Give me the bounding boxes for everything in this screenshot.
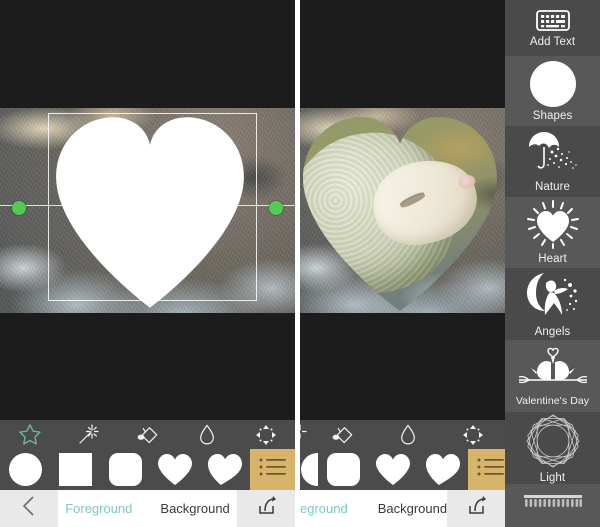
umbrella-rain-icon [525, 130, 581, 178]
mandala-icon [524, 413, 582, 469]
heart-shape-icon [375, 453, 411, 486]
shape-square-button[interactable] [50, 449, 100, 490]
heart-shape-icon [157, 453, 193, 486]
sidebar-label-light: Light [539, 471, 566, 484]
shape-heart-button-right[interactable] [368, 449, 418, 490]
sidebar-item-light[interactable]: Light [505, 412, 600, 484]
bottom-nav-left: Foreground Background [0, 490, 295, 527]
move-arrows-icon [254, 423, 278, 447]
shape-heart-button[interactable] [150, 449, 200, 490]
blur-tool-button-right[interactable] [375, 420, 440, 449]
sidebar-label-add-text: Add Text [529, 35, 576, 48]
tab-background[interactable]: Background [160, 501, 229, 516]
sidebar-label-valentines-day: Valentine's Day [515, 394, 590, 407]
shape-circle-button[interactable] [0, 449, 50, 490]
nav-tabs: Foreground Background [58, 490, 237, 527]
rounded-square-shape-icon [326, 453, 360, 486]
shining-heart-icon [525, 200, 581, 250]
circle-icon [529, 60, 576, 107]
shape-list-button[interactable] [250, 449, 295, 490]
magic-tool-button-partial[interactable] [300, 420, 310, 449]
resize-handle-right[interactable] [269, 201, 283, 215]
keyboard-icon [535, 9, 570, 33]
rounded-square-shape-icon [108, 453, 142, 486]
sidebar-label-heart: Heart [538, 253, 567, 265]
editor-panel-left: Foreground Background [0, 0, 295, 527]
circle-shape-icon [8, 453, 42, 486]
move-tool-button[interactable] [236, 420, 295, 449]
star-icon [18, 423, 42, 446]
love-birds-icon [517, 346, 589, 392]
square-shape-icon [58, 453, 92, 486]
share-button-right[interactable] [447, 490, 505, 527]
tab-foreground[interactable]: Foreground [65, 501, 132, 516]
share-export-icon [464, 494, 488, 523]
move-arrows-icon [461, 423, 485, 447]
fill-tool-button-right[interactable] [310, 420, 375, 449]
water-drop-icon [398, 423, 418, 447]
shape-curved-heart-button-right[interactable] [418, 449, 468, 490]
shape-list-button-right[interactable] [468, 449, 505, 490]
magic-tool-button[interactable] [59, 420, 118, 449]
shape-rounded-square-button-right[interactable] [318, 449, 368, 490]
fence-curtain-icon [522, 493, 584, 515]
fill-tool-button[interactable] [118, 420, 177, 449]
sidebar-item-shapes[interactable]: Shapes [505, 56, 600, 126]
nav-tabs-right: eground Background [300, 490, 448, 527]
app-root: Foreground Background eground Background… [0, 0, 600, 527]
sidebar-label-shapes: Shapes [532, 109, 573, 122]
resize-handle-left[interactable] [12, 201, 26, 215]
shape-strip-left [0, 449, 295, 490]
canvas-area-left[interactable] [0, 0, 295, 420]
move-tool-button-right[interactable] [440, 420, 505, 449]
paint-bucket-icon [329, 423, 356, 447]
back-button[interactable] [0, 490, 58, 527]
sidebar-item-nature[interactable]: Nature [505, 126, 600, 197]
sheep-eye [399, 193, 426, 210]
tab-foreground-partial[interactable]: eground [300, 501, 348, 516]
share-export-icon [254, 494, 278, 523]
tool-strip-left [0, 420, 295, 449]
magic-wand-icon [76, 423, 102, 447]
paint-bucket-icon [134, 423, 161, 447]
tool-strip-right [300, 420, 505, 449]
shape-circle-button-partial[interactable] [300, 449, 318, 490]
bottom-nav-right: eground Background [300, 490, 505, 527]
curved-heart-shape-icon [425, 453, 461, 486]
photo-sheep-result[interactable] [300, 108, 505, 313]
canvas-area-right[interactable] [300, 0, 505, 420]
sidebar-item-add-text[interactable]: Add Text [505, 0, 600, 56]
chevron-left-icon [21, 495, 37, 522]
tab-background-right[interactable]: Background [378, 501, 447, 516]
sidebar-item-heart[interactable]: Heart [505, 197, 600, 268]
list-icon [258, 456, 288, 483]
magic-wand-icon-partial [300, 423, 310, 447]
sidebar-item-partial[interactable] [505, 484, 600, 527]
sidebar-label-nature: Nature [534, 181, 571, 193]
shape-rounded-square-button[interactable] [100, 449, 150, 490]
shape-strip-right [300, 449, 505, 490]
shape-curved-heart-button[interactable] [200, 449, 250, 490]
sidebar-item-valentines-day[interactable]: Valentine's Day [505, 340, 600, 412]
curved-heart-shape-icon [207, 453, 243, 486]
sticker-category-sidebar[interactable]: Add Text Shapes Nature Heart Angels Vale… [505, 0, 600, 527]
water-drop-icon [197, 423, 217, 447]
blur-tool-button[interactable] [177, 420, 236, 449]
sheep-nose [456, 173, 475, 190]
heart-mask-overlay[interactable] [50, 108, 250, 313]
list-icon [476, 456, 506, 483]
circle-shape-icon [301, 453, 318, 486]
editor-panel-right: eground Background [300, 0, 505, 527]
sidebar-label-angels: Angels [534, 325, 571, 338]
fairy-moon-icon [524, 271, 582, 323]
shapes-tool-button[interactable] [0, 420, 59, 449]
share-button[interactable] [237, 490, 295, 527]
sidebar-item-angels[interactable]: Angels [505, 268, 600, 340]
